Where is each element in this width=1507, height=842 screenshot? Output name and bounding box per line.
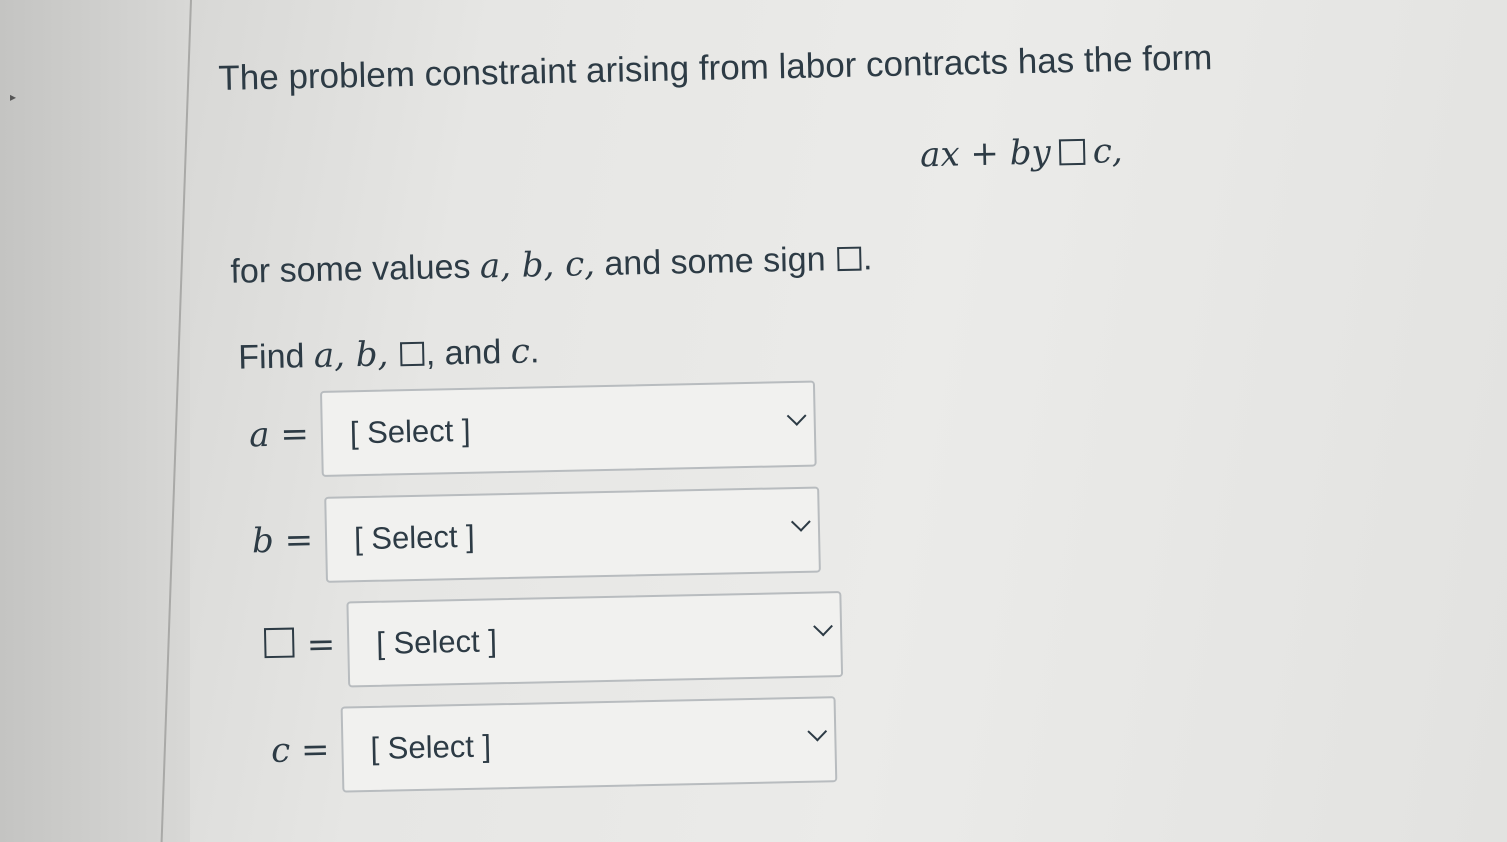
values-suffix: and some sign — [594, 240, 836, 284]
find-last-var: c — [510, 331, 531, 372]
values-end: . — [862, 239, 873, 278]
chevron-down-icon — [813, 616, 833, 637]
answer-label-sign: = — [252, 624, 348, 666]
select-value: [ Select ] — [349, 412, 471, 451]
left-rail: ▸ — [0, 0, 190, 842]
select-value: [ Select ] — [370, 728, 492, 766]
find-end: . — [529, 332, 540, 371]
label-equals: = — [279, 414, 310, 455]
formula-ax: ax — [919, 134, 961, 176]
label-equals: = — [284, 520, 314, 561]
label-equals: = — [300, 729, 330, 771]
chevron-down-icon — [786, 406, 807, 426]
answer-row-b: b = [ Select ] — [229, 486, 821, 585]
cursor-marker: ▸ — [10, 90, 17, 104]
formula-plus: + — [970, 133, 1000, 175]
answer-label-a: a = — [225, 414, 321, 456]
find-vars: a, b, — [313, 334, 389, 377]
formula-c: c, — [1092, 131, 1123, 172]
label-equals: = — [306, 624, 336, 666]
quiz-screen: ▸ The problem constraint arising from la… — [0, 0, 1507, 842]
sign-placeholder-icon — [263, 627, 295, 659]
values-vars: a, b, c, — [479, 244, 596, 287]
select-value: [ Select ] — [353, 518, 476, 557]
answer-row-a: a = [ Select ] — [225, 380, 817, 479]
label-var: c — [270, 730, 291, 772]
values-prefix: for some values — [230, 247, 481, 291]
sign-placeholder-icon — [399, 341, 425, 367]
find-middle: , and — [425, 332, 512, 373]
answer-label-c: c = — [246, 730, 342, 772]
formula-by: by — [1009, 132, 1052, 174]
label-var: a — [248, 415, 271, 456]
constraint-formula: ax + by c, — [920, 131, 1123, 175]
label-var: b — [251, 520, 275, 562]
select-c[interactable]: [ Select ] — [340, 696, 838, 793]
sign-placeholder-icon — [836, 246, 862, 272]
answer-label-b: b = — [230, 520, 326, 562]
question-intro: The problem constraint arising from labo… — [218, 38, 1213, 98]
chevron-down-icon — [790, 511, 811, 532]
answer-row-sign: = [ Select ] — [251, 591, 844, 689]
select-value: [ Select ] — [375, 623, 498, 661]
chevron-down-icon — [807, 721, 828, 742]
sign-placeholder-icon — [1058, 138, 1085, 166]
select-b[interactable]: [ Select ] — [324, 486, 821, 583]
question-content: The problem constraint arising from labo… — [218, 32, 1479, 793]
values-sentence: for some values a, b, c, and some sign . — [230, 238, 873, 291]
find-sentence: Find a, b, , and c. — [238, 331, 540, 377]
find-prefix: Find — [237, 337, 315, 377]
select-sign[interactable]: [ Select ] — [346, 591, 844, 688]
answer-row-c: c = [ Select ] — [246, 696, 838, 794]
select-a[interactable]: [ Select ] — [319, 380, 817, 477]
